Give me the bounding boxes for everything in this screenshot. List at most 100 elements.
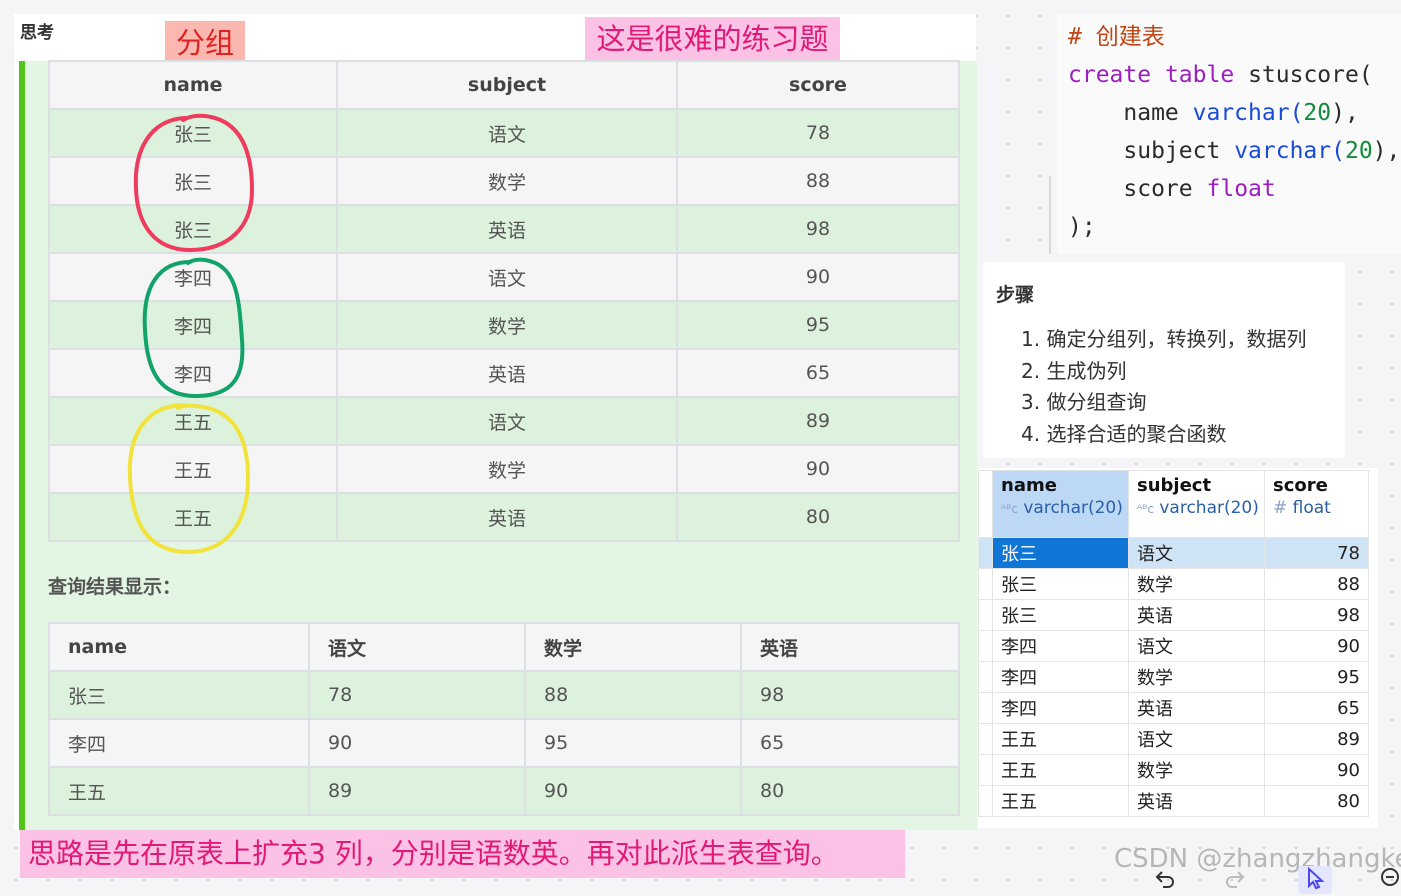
idea-note: 思路是先在原表上扩充3 列，分别是语数英。再对此派生表查询。 — [20, 830, 905, 878]
table-cell: 英语 — [336, 204, 678, 254]
table-row: 李四 90 95 65 — [48, 718, 960, 768]
grid-cell[interactable]: 88 — [1264, 568, 1369, 600]
table-cell: 王五 — [48, 766, 310, 816]
code-punct: ); — [1068, 214, 1096, 240]
code-table-name: stuscore( — [1248, 62, 1373, 88]
grid-column-name: subject — [1137, 475, 1212, 496]
grid-cell[interactable]: 王五 — [992, 785, 1129, 817]
grid-cell[interactable]: 65 — [1264, 692, 1369, 724]
grid-cell[interactable]: 李四 — [992, 692, 1129, 724]
row-gutter[interactable] — [978, 537, 993, 569]
row-gutter[interactable] — [978, 754, 993, 786]
code-type: varchar( — [1234, 138, 1345, 164]
table-header-row: name subject score — [48, 60, 960, 110]
column-header: name — [48, 60, 338, 110]
grid-row[interactable]: 王五 语文 89 — [978, 723, 1369, 755]
step-item: 1. 确定分组列，转换列，数据列 — [1021, 327, 1307, 351]
grid-column-name: score — [1273, 475, 1328, 496]
grid-cell[interactable]: 英语 — [1128, 692, 1265, 724]
grid-row[interactable]: 李四 语文 90 — [978, 630, 1369, 662]
table-cell: 英语 — [336, 348, 678, 398]
code-column: subject — [1123, 138, 1221, 164]
zoom-out-icon[interactable] — [1374, 866, 1401, 894]
table-cell: 张三 — [48, 204, 338, 254]
row-gutter[interactable] — [978, 661, 993, 693]
table-cell: 88 — [676, 156, 960, 206]
row-gutter[interactable] — [978, 785, 993, 817]
grid-cell[interactable]: 张三 — [992, 599, 1129, 631]
table-cell: 90 — [524, 766, 742, 816]
redo-icon[interactable] — [1218, 866, 1252, 894]
table-cell: 98 — [676, 204, 960, 254]
grid-cell[interactable]: 语文 — [1128, 630, 1265, 662]
table-cell: 张三 — [48, 108, 338, 158]
grid-cell[interactable]: 95 — [1264, 661, 1369, 693]
table-cell: 90 — [676, 444, 960, 494]
grid-cell[interactable]: 张三 — [992, 568, 1129, 600]
grid-column-name: name — [1001, 475, 1057, 496]
grid-column-header-score[interactable]: score # float — [1264, 470, 1369, 538]
source-table: name subject score 张三 语文 78 张三 数学 88 张三 英语 98 李四语… — [48, 60, 960, 542]
row-gutter[interactable] — [978, 568, 993, 600]
table-row: 王五 数学 90 — [48, 444, 960, 494]
grid-column-type-label: varchar(20) — [1159, 498, 1259, 518]
row-gutter[interactable] — [978, 630, 993, 662]
grid-cell[interactable]: 90 — [1264, 754, 1369, 786]
table-cell: 王五 — [48, 492, 338, 542]
code-column: score — [1123, 176, 1193, 202]
grid-row[interactable]: 张三 语文 78 — [978, 537, 1369, 569]
grid-cell[interactable]: 李四 — [992, 630, 1129, 662]
grid-cell[interactable]: 李四 — [992, 661, 1129, 693]
grid-row[interactable]: 李四 英语 65 — [978, 692, 1369, 724]
grid-column-type: ᴬᴮc varchar(20) — [1001, 498, 1128, 518]
grid-row[interactable]: 张三 数学 88 — [978, 568, 1369, 600]
grid-cell[interactable]: 王五 — [992, 723, 1129, 755]
table-row: 张三 语文 78 — [48, 108, 960, 158]
row-gutter[interactable] — [978, 599, 993, 631]
grid-cell[interactable]: 语文 — [1128, 537, 1265, 569]
code-column: name — [1123, 100, 1179, 126]
grid-row[interactable]: 王五 英语 80 — [978, 785, 1369, 817]
table-cell: 数学 — [336, 156, 678, 206]
number-type-icon: # — [1273, 498, 1288, 518]
text-type-icon: ᴬᴮc — [1137, 502, 1154, 516]
grid-cell[interactable]: 90 — [1264, 630, 1369, 662]
result-table: name 语文 数学 英语 张三 78 88 98 李四 90 95 65 王五 89 90 80 — [48, 622, 960, 816]
grid-cell[interactable]: 张三 — [992, 537, 1129, 569]
grid-cell[interactable]: 英语 — [1128, 785, 1265, 817]
grid-cell[interactable]: 80 — [1264, 785, 1369, 817]
grid-row[interactable]: 李四 数学 95 — [978, 661, 1369, 693]
table-cell: 语文 — [336, 396, 678, 446]
code-divider — [1049, 176, 1051, 254]
grid-cell[interactable]: 数学 — [1128, 754, 1265, 786]
table-header-row: name 语文 数学 英语 — [48, 622, 960, 672]
table-row: 张三 数学 88 — [48, 156, 960, 206]
grid-cell[interactable]: 语文 — [1128, 723, 1265, 755]
undo-icon[interactable] — [1148, 866, 1182, 894]
grid-cell[interactable]: 89 — [1264, 723, 1369, 755]
table-cell: 张三 — [48, 156, 338, 206]
grid-cell[interactable]: 王五 — [992, 754, 1129, 786]
pointer-icon[interactable] — [1298, 866, 1332, 894]
table-cell: 95 — [676, 300, 960, 350]
grid-cell[interactable]: 数学 — [1128, 661, 1265, 693]
code-keyword: table — [1164, 62, 1235, 88]
grid-cell[interactable]: 英语 — [1128, 599, 1265, 631]
table-row: 王五 语文 89 — [48, 396, 960, 446]
table-cell: 王五 — [48, 444, 338, 494]
column-header: name — [48, 622, 310, 672]
section-title: 思考 — [20, 23, 54, 43]
grid-column-header-name[interactable]: name ᴬᴮc varchar(20) — [992, 470, 1129, 538]
table-row: 李四 英语 65 — [48, 348, 960, 398]
row-gutter[interactable] — [978, 692, 993, 724]
grid-column-type: # float — [1273, 498, 1368, 518]
grid-cell[interactable]: 78 — [1264, 537, 1369, 569]
grid-column-header-subject[interactable]: subject ᴬᴮc varchar(20) — [1128, 470, 1265, 538]
grid-cell[interactable]: 98 — [1264, 599, 1369, 631]
grid-row[interactable]: 王五 数学 90 — [978, 754, 1369, 786]
row-gutter-header — [978, 470, 993, 538]
steps-title: 步骤 — [996, 284, 1035, 306]
row-gutter[interactable] — [978, 723, 993, 755]
grid-cell[interactable]: 数学 — [1128, 568, 1265, 600]
grid-row[interactable]: 张三 英语 98 — [978, 599, 1369, 631]
